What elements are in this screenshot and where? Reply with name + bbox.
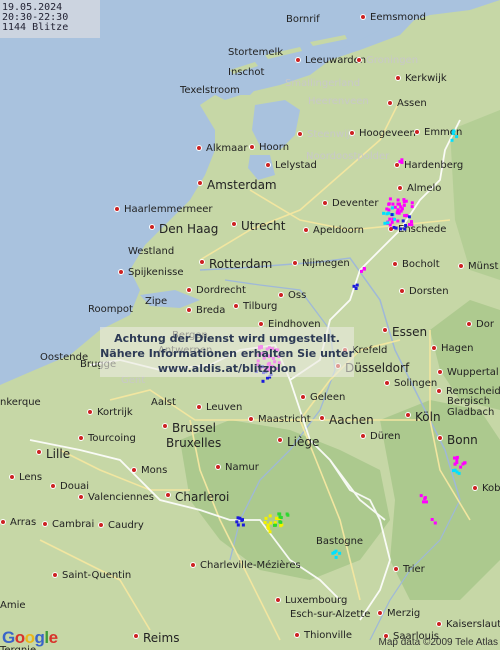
strike-mark [385,207,389,211]
strike-mark [423,496,427,500]
strike-mark [408,223,411,227]
strike-mark [397,202,401,206]
strike-mark [388,217,392,221]
strike-mark [390,220,394,224]
strike-mark [396,219,400,223]
strike-mark [235,520,239,524]
strike-mark [385,212,389,216]
strike-mark [278,512,282,516]
strike-mark [410,205,414,209]
strike-mark [452,469,455,473]
strike-mark [268,514,272,518]
strike-mark [331,551,335,555]
strike-mark [399,227,403,231]
strike-mark [334,555,338,559]
strike-mark [407,215,411,219]
strike-mark [362,267,366,270]
strike-mark [393,205,397,209]
strike-mark [455,135,459,139]
strike-mark [457,471,461,475]
notice-line-1: Achtung der Dienst wird umgestellt. [114,332,340,345]
strike-mark [402,203,406,207]
strike-mark [403,227,407,231]
service-notice: Achtung der Dienst wird umgestellt. Nähe… [100,327,354,377]
strike-mark [453,462,457,466]
strike-mark [387,202,391,206]
strike-mark [430,518,434,521]
strike-mark [396,198,400,202]
notice-link[interactable]: www.aldis.at/blitzplon [100,361,354,376]
strike-mark [400,207,404,211]
strike-mark [390,206,394,210]
strike-mark [285,512,289,516]
stats-panel: 19.05.2024 20:30-22:30 1144 Blitze [0,0,100,38]
strike-mark [391,202,395,206]
map-copyright: Map data ©2009 Tele Atlas [378,637,499,648]
strike-mark [433,521,437,525]
strike-mark [355,283,359,287]
strike-mark [261,379,265,383]
strike-mark [400,158,404,162]
strike-mark [404,213,408,217]
stats-strike-count: 1144 Blitze [2,22,69,33]
strike-mark [393,217,396,221]
strike-mark [455,455,459,459]
strike-mark [236,523,240,527]
strike-mark [425,500,428,504]
strike-mark [394,226,398,230]
strike-mark [275,517,279,520]
lightning-map[interactable]: Bornrif Eemsmond Stortemelk Leeuwarden Groni… [0,0,500,650]
strike-mark [386,221,390,225]
strike-mark [383,221,387,225]
strike-mark [459,465,463,469]
strike-mark [382,211,386,215]
strike-mark [354,287,358,290]
strike-mark [410,201,414,205]
google-logo[interactable]: Google [2,628,58,648]
strike-mark [410,220,413,224]
strike-mark [264,516,268,520]
strike-mark [390,213,394,217]
notice-line-2: Nähere Informationen erhalten Sie unter [100,347,354,360]
strike-mark [236,516,240,520]
strike-mark [419,494,423,498]
strike-mark [274,523,277,527]
strike-mark [241,523,245,527]
strike-mark [451,132,455,136]
strike-mark [400,161,404,164]
strike-mark [422,500,425,504]
strike-mark [401,219,405,223]
strike-layer [235,129,467,559]
strike-mark [404,199,408,203]
strike-mark [279,520,283,524]
strike-mark [241,518,244,522]
strike-mark [388,197,392,201]
strike-mark [450,138,454,142]
strike-mark [267,527,271,531]
strike-mark [396,208,400,212]
strike-mark [278,515,282,519]
strike-mark [268,530,272,534]
strike-mark [263,521,267,524]
strike-mark [404,224,408,227]
strike-mark [338,551,342,555]
strike-mark [269,521,273,525]
strike-mark [360,269,363,273]
strike-mark [273,521,277,525]
strike-mark [279,524,283,528]
strike-mark [463,461,467,465]
